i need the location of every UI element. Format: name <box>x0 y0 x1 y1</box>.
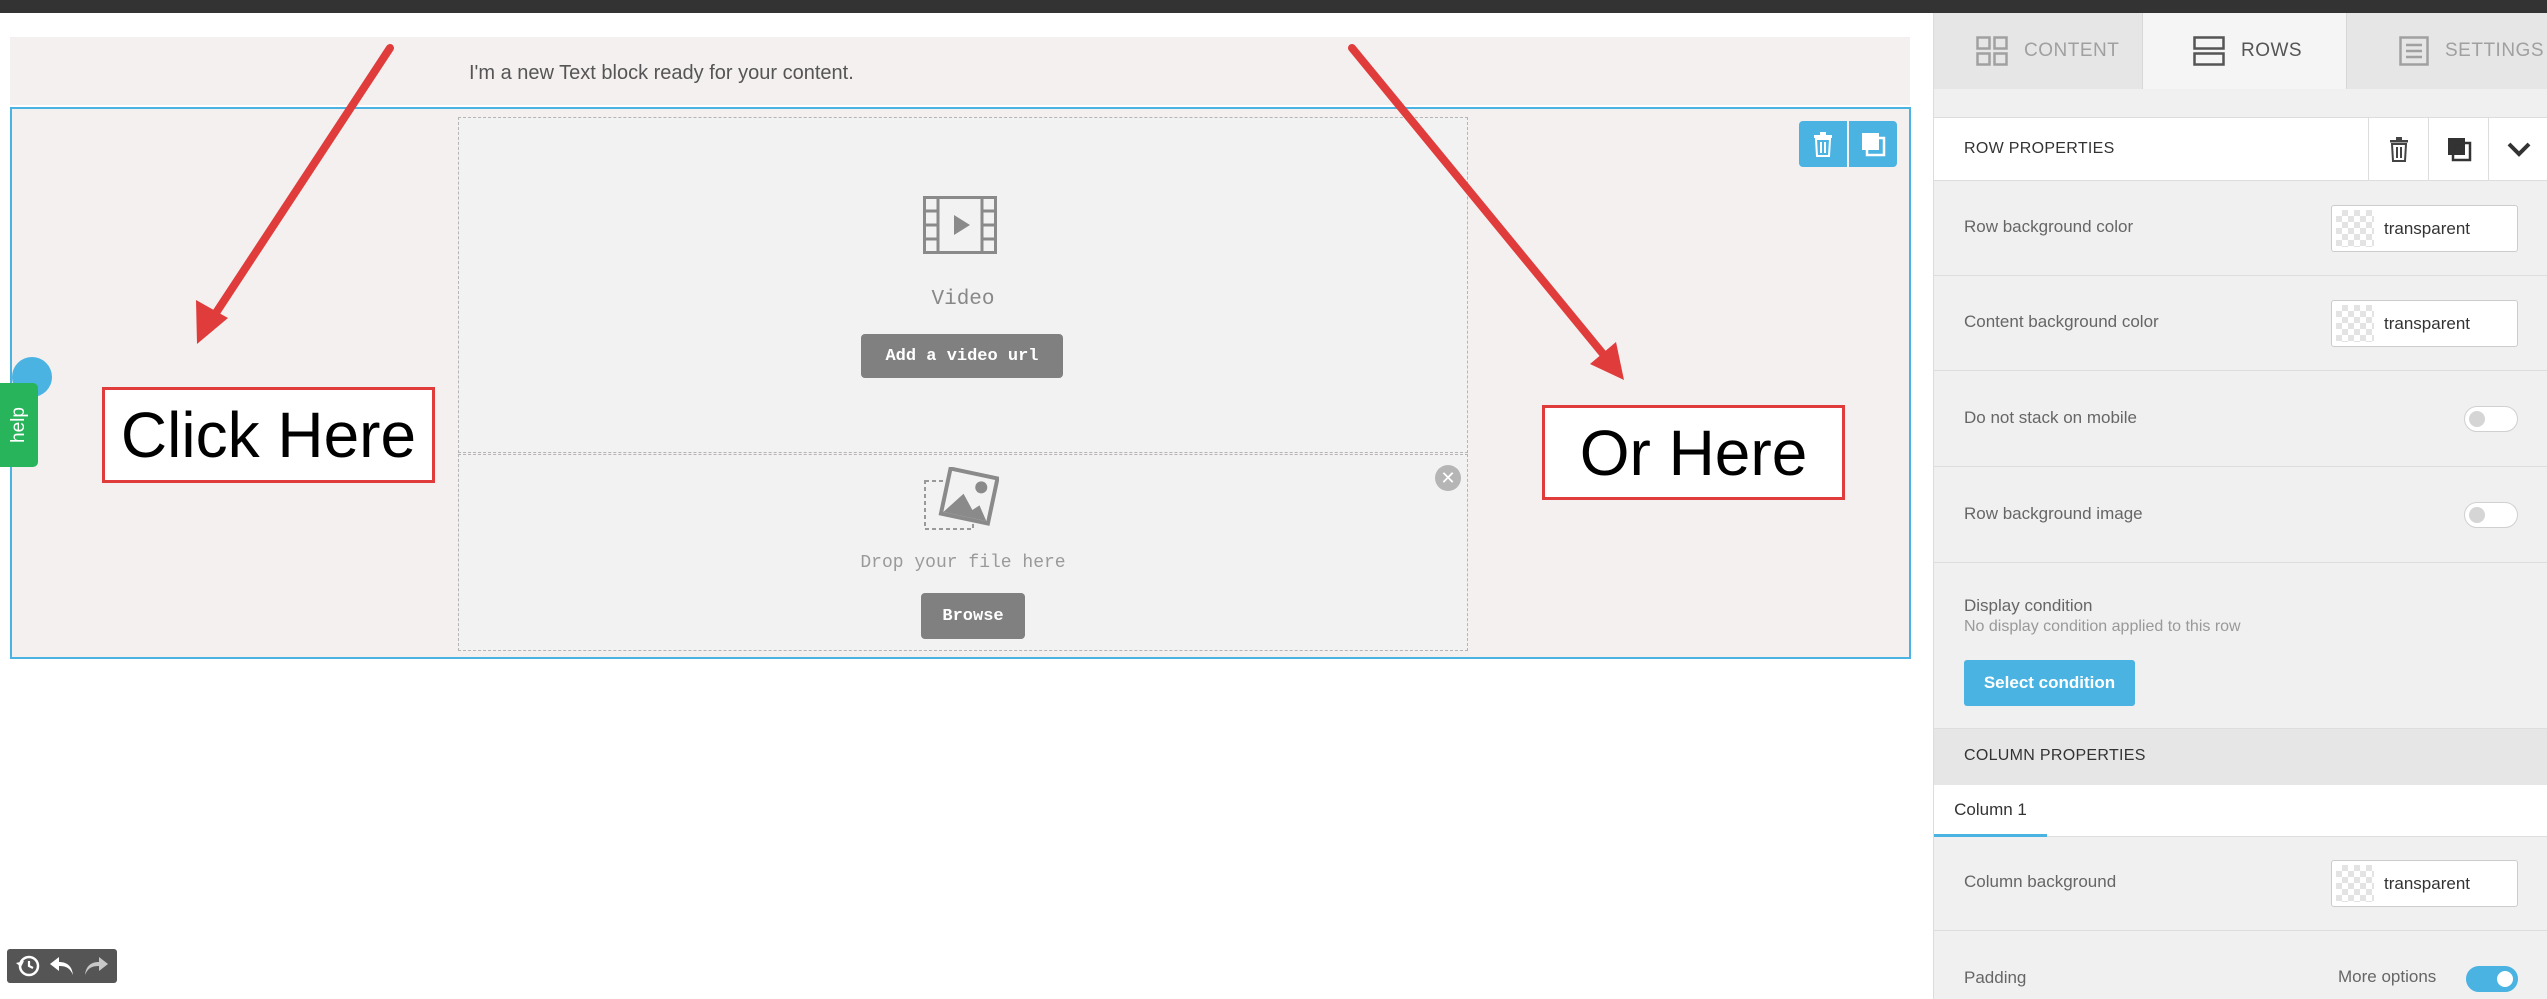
row-properties-header: ROW PROPERTIES <box>1934 117 2547 181</box>
row-properties-title: ROW PROPERTIES <box>1964 140 2115 157</box>
panel-tabs: CONTENT ROWS SETTINGS <box>1934 13 2547 89</box>
add-video-url-button[interactable]: Add a video url <box>861 334 1063 378</box>
film-icon <box>923 196 997 254</box>
column-background-field[interactable]: transparent <box>2331 860 2518 907</box>
settings-list-icon <box>2399 36 2429 66</box>
content-background-color-row: Content background color transparent <box>1934 276 2547 371</box>
trash-icon <box>1814 132 1832 157</box>
trash-icon <box>2389 137 2408 162</box>
row-background-color-label: Row background color <box>1964 217 2134 236</box>
duplicate-row-button[interactable] <box>1849 121 1897 167</box>
stack-mobile-label: Do not stack on mobile <box>1964 408 2137 427</box>
image-block[interactable]: Drop your file here Browse ✕ <box>458 454 1468 651</box>
duplicate-icon <box>1862 133 1886 157</box>
column-background-label: Column background <box>1964 872 2117 891</box>
tab-settings[interactable]: SETTINGS <box>2346 13 2547 89</box>
content-background-color-label: Content background color <box>1964 312 2159 331</box>
help-label: help <box>8 407 29 443</box>
transparent-swatch <box>2336 210 2374 247</box>
toggle-knob <box>2469 411 2485 427</box>
history-icon[interactable] <box>15 953 41 979</box>
row-background-image-label: Row background image <box>1964 504 2143 523</box>
text-row[interactable]: I'm a new Text block ready for your cont… <box>10 37 1910 105</box>
rows-icon <box>2193 36 2225 66</box>
display-condition-sub: No display condition applied to this row <box>1964 618 2241 635</box>
padding-label: Padding <box>1964 968 2027 987</box>
browse-button[interactable]: Browse <box>921 593 1025 639</box>
video-label: Video <box>931 288 995 311</box>
transparent-swatch <box>2336 865 2374 902</box>
column-background-row: Column background transparent <box>1934 837 2547 931</box>
row-background-color-field[interactable]: transparent <box>2331 205 2518 252</box>
content-background-color-value: transparent <box>2384 314 2470 333</box>
column-tabs: Column 1 <box>1934 785 2547 837</box>
tab-column-1[interactable]: Column 1 <box>1934 785 2047 837</box>
remove-block-icon[interactable]: ✕ <box>1435 465 1461 491</box>
transparent-swatch <box>2336 305 2374 342</box>
history-toolbar <box>7 949 117 983</box>
tab-content-label: CONTENT <box>2024 40 2120 61</box>
annotation-click-here: Click Here <box>102 387 435 483</box>
display-condition-row: Display condition No display condition a… <box>1934 563 2547 729</box>
more-options-label: More options <box>2338 967 2437 986</box>
content-background-color-field[interactable]: transparent <box>2331 300 2518 347</box>
row-background-color-row: Row background color transparent <box>1934 181 2547 276</box>
text-block[interactable]: I'm a new Text block ready for your cont… <box>469 62 854 85</box>
editor-canvas: I'm a new Text block ready for your cont… <box>0 13 1933 999</box>
stack-mobile-row: Do not stack on mobile <box>1934 371 2547 467</box>
padding-row: Padding More options <box>1934 931 2547 999</box>
redo-icon[interactable] <box>83 955 109 977</box>
column-background-value: transparent <box>2384 874 2470 893</box>
help-tab[interactable]: help <box>0 383 38 467</box>
chevron-down-icon <box>2507 142 2530 157</box>
tab-settings-label: SETTINGS <box>2445 40 2545 61</box>
drop-file-text: Drop your file here <box>860 553 1066 573</box>
toggle-knob <box>2469 507 2485 523</box>
delete-row-panel-button[interactable] <box>2368 118 2428 180</box>
image-placeholder-icon <box>924 467 999 530</box>
duplicate-row-panel-button[interactable] <box>2428 118 2488 180</box>
delete-row-button[interactable] <box>1799 121 1847 167</box>
more-options-toggle[interactable] <box>2466 966 2518 992</box>
select-condition-button[interactable]: Select condition <box>1964 660 2135 706</box>
video-block[interactable]: Video Add a video url <box>458 117 1468 453</box>
row-background-image-row: Row background image <box>1934 467 2547 563</box>
column-properties-header: COLUMN PROPERTIES <box>1934 729 2547 785</box>
grid-icon <box>1976 36 2008 66</box>
tab-content[interactable]: CONTENT <box>1934 13 2143 89</box>
column-properties-title: COLUMN PROPERTIES <box>1964 747 2146 764</box>
stack-mobile-toggle[interactable] <box>2464 406 2518 432</box>
row-background-image-toggle[interactable] <box>2464 502 2518 528</box>
toggle-knob <box>2497 971 2513 987</box>
top-bar <box>0 0 2547 13</box>
duplicate-icon <box>2447 138 2471 162</box>
tab-rows[interactable]: ROWS <box>2143 13 2346 89</box>
undo-icon[interactable] <box>49 955 75 977</box>
row-background-color-value: transparent <box>2384 219 2470 238</box>
properties-panel: CONTENT ROWS SETTINGS ROW PROPERTIES Row… <box>1933 13 2547 999</box>
tab-rows-label: ROWS <box>2241 40 2303 61</box>
display-condition-label: Display condition <box>1964 596 2093 615</box>
row-toolbar <box>1799 121 1897 167</box>
collapse-button[interactable] <box>2488 118 2547 180</box>
annotation-or-here: Or Here <box>1542 405 1845 500</box>
selected-row[interactable]: Video Add a video url Drop your file her… <box>10 107 1911 659</box>
